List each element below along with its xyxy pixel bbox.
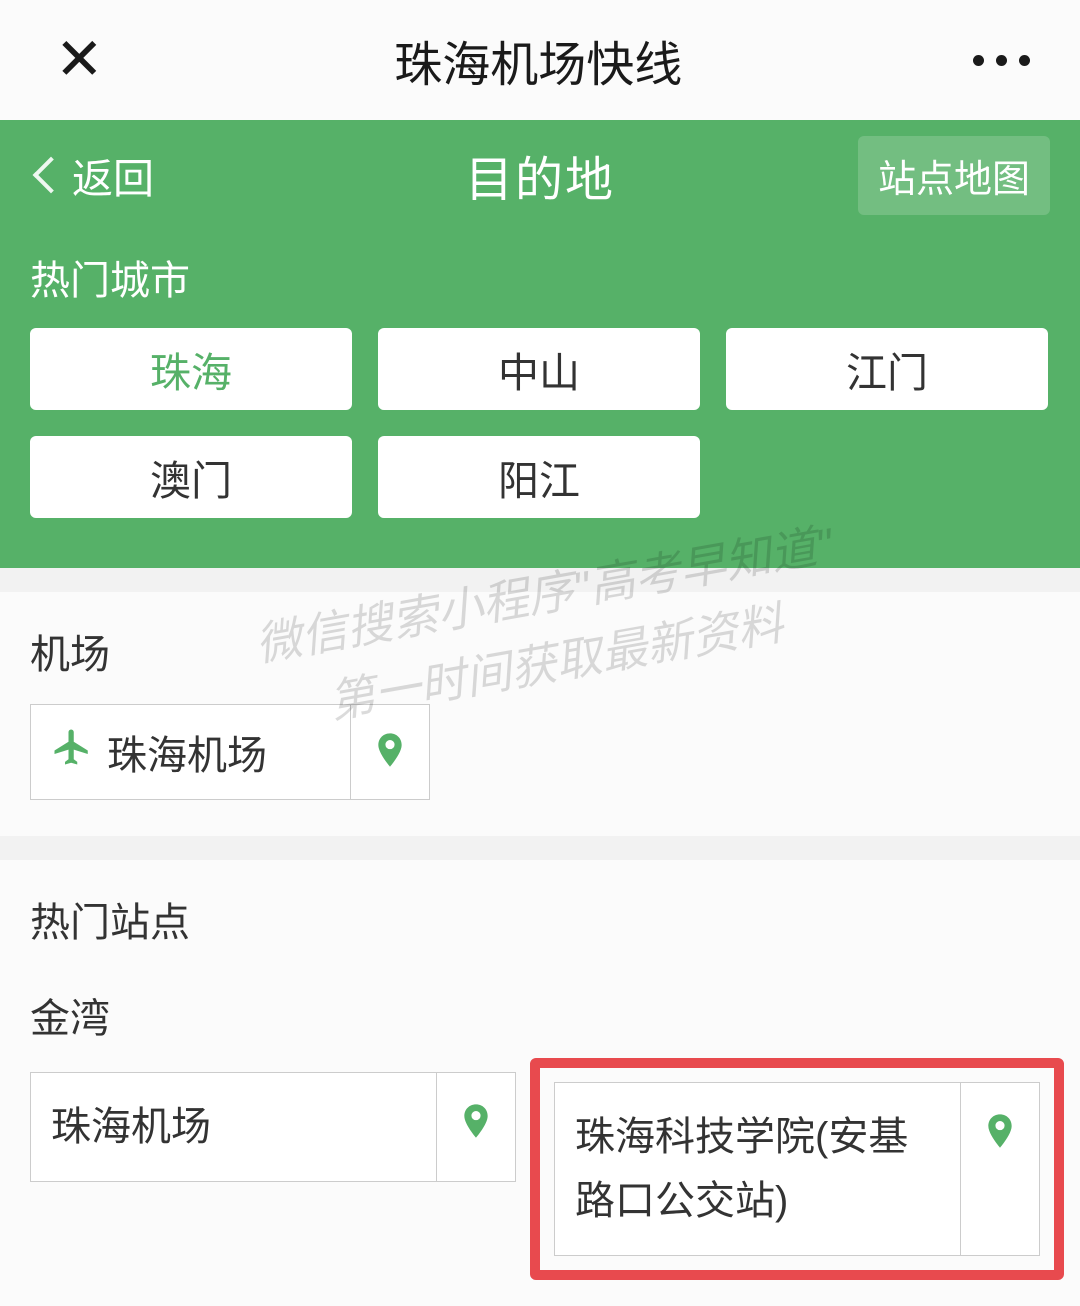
hot-cities-label: 热门城市 [0, 230, 1080, 328]
station-item[interactable]: 珠海机场 [30, 1072, 516, 1182]
stations-row: 珠海机场 珠海科技学院(安基路口公交站) [0, 1064, 1080, 1306]
stations-section-label: 热门站点 [30, 890, 1050, 948]
airport-section: 机场 珠海机场 [0, 592, 1080, 836]
city-grid: 珠海 中山 江门 澳门 阳江 [0, 328, 1080, 518]
site-map-button[interactable]: 站点地图 [858, 136, 1050, 215]
station-pin-button[interactable] [960, 1082, 1040, 1256]
pin-icon [370, 730, 410, 775]
city-chip-zhuhai[interactable]: 珠海 [30, 328, 352, 410]
city-chip-jiangmen[interactable]: 江门 [726, 328, 1048, 410]
city-chip-yangjiang[interactable]: 阳江 [378, 436, 700, 518]
page-title: 目的地 [465, 140, 615, 210]
back-button[interactable]: 返回 [38, 145, 154, 205]
stations-section: 热门站点 [0, 860, 1080, 986]
airport-name: 珠海机场 [107, 723, 267, 781]
station-name: 珠海机场 [30, 1072, 436, 1182]
more-icon[interactable] [973, 55, 1030, 66]
highlighted-station: 珠海科技学院(安基路口公交站) [530, 1058, 1064, 1280]
airport-item[interactable]: 珠海机场 [30, 704, 430, 800]
city-chip-macau[interactable]: 澳门 [30, 436, 352, 518]
plane-icon [51, 726, 93, 778]
top-bar: ✕ 珠海机场快线 [0, 0, 1080, 120]
district-label: 金湾 [0, 986, 1080, 1064]
station-name: 珠海科技学院(安基路口公交站) [554, 1082, 960, 1256]
pin-icon [456, 1101, 496, 1146]
chevron-left-icon [33, 157, 70, 194]
airport-pin-button[interactable] [350, 704, 430, 800]
city-chip-zhongshan[interactable]: 中山 [378, 328, 700, 410]
back-label: 返回 [72, 145, 154, 205]
destination-panel: 返回 目的地 站点地图 热门城市 珠海 中山 江门 澳门 阳江 [0, 120, 1080, 568]
station-pin-button[interactable] [436, 1072, 516, 1182]
pin-icon [980, 1111, 1020, 1156]
station-item[interactable]: 珠海科技学院(安基路口公交站) [554, 1082, 1040, 1256]
close-icon[interactable]: ✕ [55, 31, 104, 89]
airport-section-label: 机场 [30, 622, 1050, 680]
app-title: 珠海机场快线 [394, 25, 682, 95]
